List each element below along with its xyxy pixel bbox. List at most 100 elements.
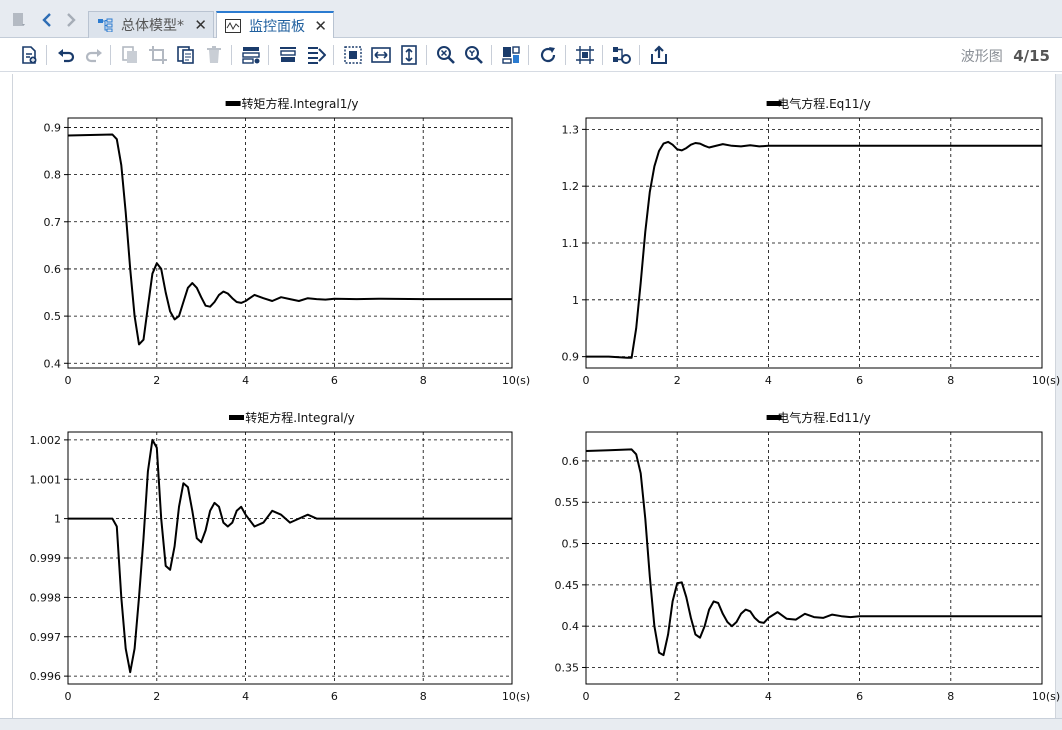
x-tick-label: 4 [242,690,249,703]
tab-bar: 总体模型* ✕ 监控面板 ✕ [0,0,1062,39]
y-tick-label: 1 [572,294,579,307]
copy-icon[interactable] [119,44,141,66]
y-tick-label: 1.1 [562,237,580,250]
new-page-icon[interactable] [18,44,40,66]
x-tick-label: 4 [765,690,772,703]
legend: 电气方程.Eq11/y [766,96,871,111]
chart-eq11[interactable]: 电气方程.Eq11/y 0 2 4 6 8 10(s) 0.9 1 1.1 1.2 1.3 [530,88,1061,392]
legend-swatch [229,415,244,420]
x-tick-label: 0 [583,374,590,387]
fit-width-icon[interactable] [370,44,392,66]
chart-title: 电气方程.Eq11/y [777,96,870,111]
crop-icon[interactable] [147,44,169,66]
y-tick-label: 0.6 [562,455,580,468]
y-tick-label: 0.6 [44,263,62,276]
file-menu-icon[interactable] [8,10,30,30]
tab-overall-model[interactable]: 总体模型* ✕ [88,11,214,38]
page-indicator: 波形图 4/15 [961,46,1050,66]
x-tick-label: 10(s) [1032,690,1060,703]
plot-frame [585,431,1043,685]
y-tick-label: 0.5 [44,310,62,323]
y-tick-label: 1.2 [562,180,580,193]
view-label: 波形图 [960,49,1003,65]
x-tick-label: 2 [674,374,681,387]
status-strip [0,718,1062,730]
x-tick-label: 10(s) [1032,374,1060,387]
x-tick-label: 2 [153,374,160,387]
y-tick-label: 1 [54,513,61,526]
x-tick-label: 6 [331,690,338,703]
chart-integral1[interactable]: 转矩方程.Integral1/y 0 2 4 6 8 10(s) 0.4 0.5 0.6 0.7 0.… [0,88,531,392]
tab-monitor-panel[interactable]: 监控面板 ✕ [216,11,334,39]
zoom-out-icon[interactable] [463,44,485,66]
refresh-icon[interactable] [537,44,559,66]
legend-swatch [225,101,241,106]
chart-title: 转矩方程.Integral/y [245,410,354,425]
tab-label: 监控面板 [249,19,305,35]
paste-icon[interactable] [175,44,197,66]
y-tick-label: 0.4 [44,357,62,370]
legend: 转矩方程.Integral1/y [225,96,359,111]
y-tick-label: 0.996 [30,670,62,683]
close-icon[interactable]: ✕ [314,17,327,35]
legend-swatch [766,415,782,420]
undo-icon[interactable] [55,44,77,66]
y-tick-label: 0.4 [562,620,580,633]
x-tick-label: 8 [420,374,427,387]
chart-title: 电气方程.Ed11/y [777,410,870,425]
x-tick-label: 10(s) [502,374,530,387]
chart-integral[interactable]: 转矩方程.Integral/y 0 2 4 6 8 10(s) 0.996 0.997 0.998… [0,402,531,712]
fit-selection-icon[interactable] [342,44,364,66]
y-tick-label: 0.8 [44,169,62,182]
grid-select-icon[interactable] [574,44,596,66]
y-tick-label: 0.999 [30,552,62,565]
tab-label: 总体模型* [121,18,184,34]
x-tick-label: 4 [765,374,772,387]
y-tick-label: 1.3 [562,123,580,136]
layout-icon[interactable] [240,44,262,66]
y-tick-label: 0.7 [44,216,62,229]
y-tick-label: 0.55 [555,496,580,509]
zoom-in-icon[interactable] [435,44,457,66]
toolbar: 波形图 4/15 [0,38,1062,72]
close-icon[interactable]: ✕ [194,16,207,34]
redo-icon[interactable] [83,44,105,66]
x-tick-label: 2 [674,690,681,703]
x-tick-label: 0 [65,690,72,703]
chart-ed11[interactable]: 电气方程.Ed11/y 0 2 4 6 8 10(s) 0.35 0.4 0.45 0.5 0.55 0… [530,402,1061,712]
legend: 转矩方程.Integral/y [229,410,355,425]
x-tick-label: 10(s) [502,690,530,703]
x-tick-label: 6 [331,374,338,387]
forward-arrow-icon[interactable] [62,10,80,30]
y-tick-label: 0.998 [30,591,62,604]
y-tick-label: 0.45 [555,579,580,592]
export-icon[interactable] [648,44,670,66]
plot-frame [67,117,513,369]
x-tick-label: 6 [856,690,863,703]
y-tick-label: 0.9 [44,121,62,134]
delete-icon[interactable] [203,44,225,66]
y-tick-label: 0.9 [562,351,580,364]
x-tick-label: 8 [947,374,954,387]
y-tick-label: 0.997 [30,631,62,644]
fit-height-icon[interactable] [398,44,420,66]
align-right-icon[interactable] [305,44,327,66]
chart-title: 转矩方程.Integral1/y [241,96,358,111]
y-tick-label: 0.35 [555,661,580,674]
x-tick-label: 0 [583,690,590,703]
y-tick-label: 1.002 [30,434,62,447]
waveform-icon [225,19,241,33]
y-tick-label: 1.001 [30,473,62,486]
legend-swatch [766,101,782,106]
x-tick-label: 4 [242,374,249,387]
align-icon[interactable] [277,44,299,66]
x-tick-label: 2 [153,690,160,703]
back-arrow-icon[interactable] [38,10,56,30]
panel-icon[interactable] [500,44,522,66]
model-tree-icon [97,18,113,33]
page-number: 4/15 [1013,47,1050,65]
y-tick-label: 0.5 [562,538,580,551]
x-tick-label: 8 [947,690,954,703]
x-tick-label: 8 [420,690,427,703]
connect-icon[interactable] [611,44,633,66]
